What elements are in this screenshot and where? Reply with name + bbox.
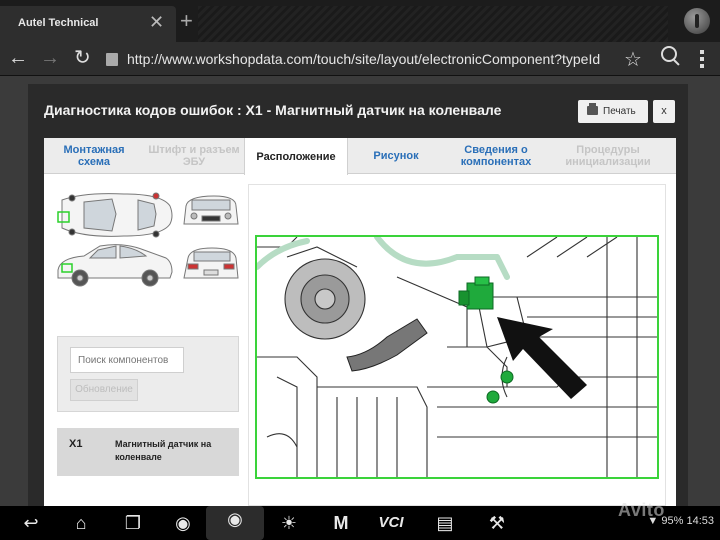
avito-watermark: Avito (618, 500, 665, 520)
component-dialog: Диагностика кодов ошибок : X1 - Магнитны… (28, 84, 688, 506)
close-button[interactable]: x (653, 100, 675, 123)
printer-icon (587, 103, 598, 115)
browser-tab-strip: Autel Technical ✕ + (0, 0, 720, 42)
tab-location[interactable]: Расположение (244, 138, 348, 175)
car-diagnostics-icon[interactable]: ▤ (428, 510, 462, 536)
dialog-title: Диагностика кодов ошибок : X1 - Магнитны… (44, 102, 502, 118)
print-button[interactable]: Печать (578, 100, 648, 123)
green-pipes (257, 237, 510, 280)
hose (346, 318, 428, 372)
component-location-drawing[interactable] (255, 235, 659, 479)
back-icon[interactable]: ↩ (14, 510, 48, 536)
component-name: Магнитный датчик на коленвале (115, 439, 212, 462)
recent-apps-icon[interactable]: ❐ (116, 510, 150, 536)
url-field[interactable]: http://www.workshopdata.com/touch/site/l… (100, 46, 650, 72)
sensor-connector (458, 276, 494, 310)
car-top-view (57, 192, 173, 238)
pulley (284, 246, 366, 340)
back-arrow-icon[interactable]: ← (8, 46, 28, 70)
page-icon (106, 53, 118, 66)
camera-icon[interactable]: ◉ (206, 506, 264, 540)
clock: 14:53 (686, 515, 714, 527)
refresh-button[interactable]: Обновление (70, 379, 138, 401)
reload-icon[interactable]: ↻ (74, 46, 91, 70)
location-panel (248, 184, 666, 506)
component-search-box: Обновление (57, 336, 239, 412)
tab-picture[interactable]: Рисунок (348, 138, 444, 174)
tab-ecu-pins[interactable]: Штифт и разъем ЭБУ (144, 138, 244, 174)
url-text[interactable]: http://www.workshopdata.com/touch/site/l… (127, 51, 617, 67)
browser-tab[interactable]: Autel Technical ✕ (0, 6, 176, 42)
close-tab-icon[interactable]: ✕ (149, 13, 164, 31)
car-front-view (183, 195, 239, 225)
bookmark-star-icon[interactable]: ☆ (624, 47, 642, 72)
home-icon[interactable]: ⌂ (64, 510, 98, 536)
new-tab-icon[interactable]: + (180, 10, 193, 32)
car-side-view (57, 244, 173, 287)
vci-icon[interactable]: VCI (372, 510, 410, 536)
print-button-label: Печать (603, 106, 636, 117)
service-icon[interactable]: ⚒ (480, 510, 514, 536)
component-code: X1 (69, 438, 83, 450)
forward-arrow-icon[interactable]: → (40, 46, 60, 70)
left-panel: Обновление X1 Магнитный датчик на коленв… (44, 174, 240, 506)
tab-init-procedures[interactable]: Процедуры инициализации (548, 138, 668, 174)
search-icon[interactable] (661, 46, 677, 62)
browser-tab-title: Autel Technical (18, 17, 99, 29)
dialog-tabs: Монтажная схема Штифт и разъем ЭБУ Распо… (44, 138, 676, 175)
chrome-icon[interactable]: ◉ (166, 510, 200, 536)
android-nav-bar: ↩ ⌂ ❐ ◉ ◉ ☀ M VCI ▤ ⚒ ▼ 95% 14:53 (0, 506, 720, 540)
vehicle-location-diagram[interactable] (54, 186, 240, 306)
dialog-content: Монтажная схема Штифт и разъем ЭБУ Распо… (44, 138, 676, 506)
component-list-item[interactable]: X1 Магнитный датчик на коленвале (57, 428, 239, 476)
tab-wiring-diagram[interactable]: Монтажная схема (44, 138, 144, 174)
screen: Autel Technical ✕ + ← → ↻ http://www.wor… (0, 0, 720, 540)
tab-component-info[interactable]: Сведения о компонентах (444, 138, 548, 174)
component-search-input[interactable] (70, 347, 184, 373)
car-rear-view (183, 247, 239, 279)
address-bar: ← → ↻ http://www.workshopdata.com/touch/… (0, 42, 720, 76)
brightness-icon[interactable]: ☀ (272, 510, 306, 536)
power-icon[interactable] (684, 8, 710, 34)
tab-strip-background (198, 6, 668, 42)
overflow-menu-icon[interactable] (700, 50, 704, 68)
maxifix-icon[interactable]: M (324, 510, 358, 536)
